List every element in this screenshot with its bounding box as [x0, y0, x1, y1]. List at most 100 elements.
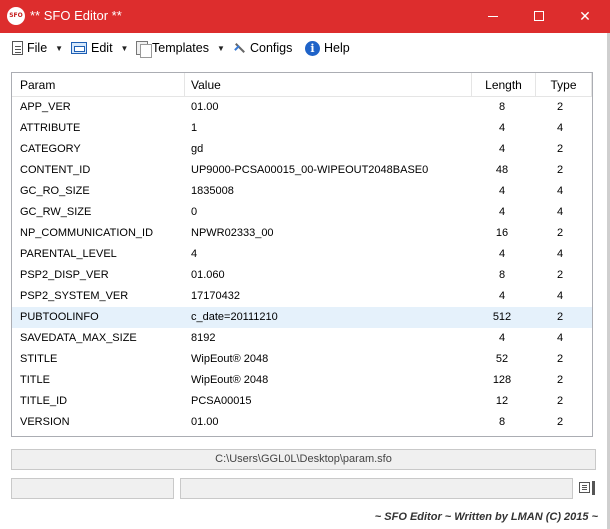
param-cell[interactable]: GC_RO_SIZE: [12, 181, 185, 202]
minimize-button[interactable]: [470, 0, 516, 33]
length-cell[interactable]: 4: [482, 139, 522, 160]
type-cell[interactable]: 2: [540, 265, 580, 286]
length-cell[interactable]: 12: [482, 391, 522, 412]
value-cell[interactable]: 01.00: [185, 97, 472, 118]
param-cell[interactable]: NP_COMMUNICATION_ID: [12, 223, 185, 244]
type-cell[interactable]: 4: [540, 286, 580, 307]
type-cell[interactable]: 2: [540, 412, 580, 433]
value-cell[interactable]: 1: [185, 118, 472, 139]
param-cell[interactable]: TITLE_ID: [12, 391, 185, 412]
value-cell[interactable]: WipEout® 2048: [185, 349, 472, 370]
type-cell[interactable]: 4: [540, 202, 580, 223]
column-header-type[interactable]: Type: [536, 73, 592, 97]
table-row[interactable]: PARENTAL_LEVEL 4 4 4: [12, 244, 592, 265]
type-cell[interactable]: 2: [540, 349, 580, 370]
length-cell[interactable]: 4: [482, 286, 522, 307]
maximize-button[interactable]: [516, 0, 562, 33]
table-row[interactable]: GC_RW_SIZE 0 4 4: [12, 202, 592, 223]
value-cell[interactable]: c_date=20111210: [185, 307, 472, 328]
title-bar[interactable]: SFO ** SFO Editor ** ✕: [0, 0, 610, 33]
templates-icon: [136, 41, 152, 58]
dropdown-arrow-icon[interactable]: ▼: [55, 44, 63, 53]
table-row[interactable]: GC_RO_SIZE 1835008 4 4: [12, 181, 592, 202]
table-row[interactable]: ATTRIBUTE 1 4 4: [12, 118, 592, 139]
type-cell[interactable]: 2: [540, 370, 580, 391]
param-cell[interactable]: CATEGORY: [12, 139, 185, 160]
menu-file[interactable]: File ▼: [10, 40, 63, 56]
param-cell[interactable]: PSP2_DISP_VER: [12, 265, 185, 286]
param-cell[interactable]: SAVEDATA_MAX_SIZE: [12, 328, 185, 349]
param-cell[interactable]: PARENTAL_LEVEL: [12, 244, 185, 265]
value-cell[interactable]: 1835008: [185, 181, 472, 202]
menu-templates[interactable]: Templates ▼: [136, 40, 225, 58]
help-info-icon: i: [305, 40, 320, 56]
length-cell[interactable]: 512: [482, 307, 522, 328]
table-row[interactable]: SAVEDATA_MAX_SIZE 8192 4 4: [12, 328, 592, 349]
value-cell[interactable]: 01.060: [185, 265, 472, 286]
length-cell[interactable]: 128: [482, 370, 522, 391]
value-cell[interactable]: PCSA00015: [185, 391, 472, 412]
table-row[interactable]: PUBTOOLINFO c_date=20111210 512 2: [12, 307, 592, 328]
sfo-param-grid[interactable]: Param Value Length Type APP_VER 01.00 8 2 AT…: [11, 72, 593, 437]
value-cell[interactable]: gd: [185, 139, 472, 160]
length-cell[interactable]: 4: [482, 118, 522, 139]
param-cell[interactable]: STITLE: [12, 349, 185, 370]
value-cell[interactable]: NPWR02333_00: [185, 223, 472, 244]
length-cell[interactable]: 8: [482, 97, 522, 118]
column-header-value[interactable]: Value: [185, 73, 472, 97]
length-cell[interactable]: 8: [482, 265, 522, 286]
table-row[interactable]: PSP2_DISP_VER 01.060 8 2: [12, 265, 592, 286]
value-cell[interactable]: 01.00: [185, 412, 472, 433]
type-cell[interactable]: 2: [540, 97, 580, 118]
length-cell[interactable]: 4: [482, 202, 522, 223]
table-row[interactable]: TITLE_ID PCSA00015 12 2: [12, 391, 592, 412]
table-row[interactable]: TITLE WipEout® 2048 128 2: [12, 370, 592, 391]
param-cell[interactable]: PUBTOOLINFO: [12, 307, 185, 328]
param-cell[interactable]: CONTENT_ID: [12, 160, 185, 181]
value-cell[interactable]: 8192: [185, 328, 472, 349]
log-panel-icon[interactable]: [579, 480, 596, 496]
column-header-length[interactable]: Length: [472, 73, 536, 97]
length-cell[interactable]: 4: [482, 244, 522, 265]
param-cell[interactable]: ATTRIBUTE: [12, 118, 185, 139]
value-cell[interactable]: 0: [185, 202, 472, 223]
table-row[interactable]: APP_VER 01.00 8 2: [12, 97, 592, 118]
dropdown-arrow-icon[interactable]: ▼: [121, 44, 129, 53]
type-cell[interactable]: 2: [540, 391, 580, 412]
table-row[interactable]: NP_COMMUNICATION_ID NPWR02333_00 16 2: [12, 223, 592, 244]
menu-help[interactable]: i Help: [305, 40, 350, 56]
type-cell[interactable]: 4: [540, 328, 580, 349]
type-cell[interactable]: 2: [540, 139, 580, 160]
param-cell[interactable]: GC_RW_SIZE: [12, 202, 185, 223]
menu-edit[interactable]: Edit ▼: [71, 40, 128, 56]
length-cell[interactable]: 4: [482, 181, 522, 202]
value-cell[interactable]: WipEout® 2048: [185, 370, 472, 391]
param-cell[interactable]: APP_VER: [12, 97, 185, 118]
length-cell[interactable]: 8: [482, 412, 522, 433]
length-cell[interactable]: 48: [482, 160, 522, 181]
table-row[interactable]: VERSION 01.00 8 2: [12, 412, 592, 433]
table-row[interactable]: CONTENT_ID UP9000-PCSA00015_00-WIPEOUT204…: [12, 160, 592, 181]
table-row[interactable]: STITLE WipEout® 2048 52 2: [12, 349, 592, 370]
type-cell[interactable]: 2: [540, 160, 580, 181]
value-cell[interactable]: UP9000-PCSA00015_00-WIPEOUT2048BASE0: [185, 160, 472, 181]
param-cell[interactable]: VERSION: [12, 412, 185, 433]
length-cell[interactable]: 4: [482, 328, 522, 349]
table-row[interactable]: PSP2_SYSTEM_VER 17170432 4 4: [12, 286, 592, 307]
length-cell[interactable]: 16: [482, 223, 522, 244]
type-cell[interactable]: 4: [540, 244, 580, 265]
type-cell[interactable]: 2: [540, 307, 580, 328]
value-cell[interactable]: 4: [185, 244, 472, 265]
close-button[interactable]: ✕: [562, 0, 608, 33]
dropdown-arrow-icon[interactable]: ▼: [217, 44, 225, 53]
type-cell[interactable]: 2: [540, 223, 580, 244]
type-cell[interactable]: 4: [540, 181, 580, 202]
value-cell[interactable]: 17170432: [185, 286, 472, 307]
length-cell[interactable]: 52: [482, 349, 522, 370]
param-cell[interactable]: TITLE: [12, 370, 185, 391]
menu-configs[interactable]: Configs: [232, 40, 292, 56]
table-row[interactable]: CATEGORY gd 4 2: [12, 139, 592, 160]
type-cell[interactable]: 4: [540, 118, 580, 139]
column-header-param[interactable]: Param: [12, 73, 185, 97]
param-cell[interactable]: PSP2_SYSTEM_VER: [12, 286, 185, 307]
